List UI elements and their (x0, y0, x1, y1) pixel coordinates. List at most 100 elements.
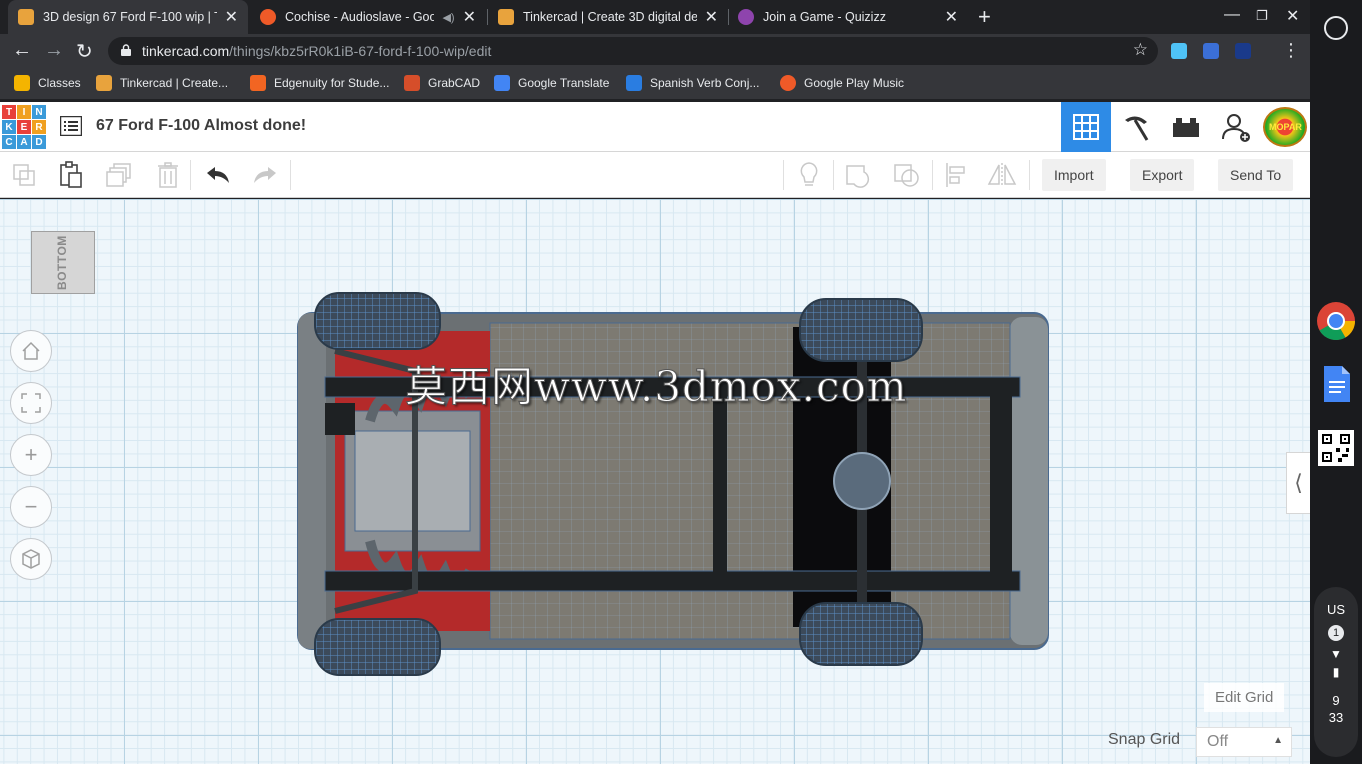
home-icon (22, 341, 40, 360)
paste-button[interactable] (56, 160, 86, 190)
edit-grid-button[interactable]: Edit Grid (1204, 683, 1285, 712)
bookmark-label: Spanish Verb Conj... (650, 76, 760, 90)
view-cube-face-label: BOTTOM (55, 235, 69, 291)
launcher-button[interactable] (1324, 16, 1348, 40)
tab-title: Join a Game - Quizizz (763, 10, 886, 24)
logo-letter: T (2, 105, 16, 119)
design-list-icon[interactable] (60, 116, 82, 136)
ungroup-icon (894, 164, 919, 187)
bookmark-label: GrabCAD (428, 76, 481, 90)
logo-letter: I (17, 105, 31, 119)
input-language: US (1326, 602, 1346, 617)
speaker-icon[interactable]: ◀) (442, 11, 454, 24)
truck-model[interactable] (295, 291, 1055, 676)
trash-icon (158, 162, 178, 188)
export-button[interactable]: Export (1130, 159, 1195, 191)
zoom-out-button[interactable]: − (10, 486, 52, 528)
zoom-in-button[interactable]: + (10, 434, 52, 476)
battery-icon: ▮ (1332, 665, 1340, 679)
user-avatar[interactable]: MOPAR (1263, 107, 1307, 147)
bookmark-classes[interactable]: Classes (14, 75, 81, 91)
back-button[interactable]: ← (12, 39, 32, 62)
projection-toggle-button[interactable] (10, 538, 52, 580)
new-tab-button[interactable]: + (978, 4, 991, 30)
import-button[interactable]: Import (1042, 159, 1106, 191)
3d-design-view-button[interactable] (1061, 102, 1111, 152)
logo-letter: N (32, 105, 46, 119)
grabcad-icon (404, 75, 420, 91)
toolbar-divider (1029, 160, 1030, 190)
play-music-icon (780, 75, 796, 91)
ungroup-button[interactable] (892, 160, 922, 190)
redo-button[interactable] (250, 160, 280, 190)
chrome-menu-icon[interactable]: ⋮ (1282, 40, 1300, 61)
mirror-button[interactable] (987, 160, 1017, 190)
qr-code-app-icon[interactable] (1316, 428, 1356, 468)
group-button[interactable] (843, 160, 873, 190)
tab-quizizz[interactable]: Join a Game - Quizizz ✕ (728, 0, 968, 34)
fit-view-button[interactable] (10, 382, 52, 424)
group-icon (846, 165, 870, 188)
share-invite-button[interactable] (1211, 102, 1261, 152)
extension-cloud-icon[interactable] (1171, 43, 1187, 59)
bookmark-grabcad[interactable]: GrabCAD (404, 75, 480, 91)
verb-conj-icon (626, 75, 642, 91)
show-all-button[interactable] (794, 160, 824, 190)
close-tab-icon[interactable]: ✕ (463, 7, 476, 27)
duplicate-button[interactable] (105, 160, 135, 190)
toolbar-divider (833, 160, 834, 190)
tab-tinkercad-design[interactable]: 3D design 67 Ford F-100 wip | Ti ✕ (8, 0, 248, 34)
reload-button[interactable]: ↻ (76, 39, 93, 64)
close-tab-icon[interactable]: ✕ (225, 7, 238, 27)
copy-button[interactable] (9, 160, 39, 190)
address-bar[interactable]: tinkercad.com/things/kbz5rR0k1iB-67-ford… (108, 37, 1158, 65)
tab-audioslave[interactable]: Cochise - Audioslave - Goog ◀) ✕ (250, 0, 486, 34)
lightbulb-icon (800, 162, 818, 186)
forward-button[interactable]: → (44, 39, 64, 62)
close-tab-icon[interactable]: ✕ (705, 7, 718, 27)
view-cube[interactable]: BOTTOM (31, 231, 95, 294)
send-to-button[interactable]: Send To (1218, 159, 1294, 191)
extension-b-icon[interactable] (1203, 43, 1219, 59)
minimize-window-button[interactable]: — (1224, 6, 1240, 24)
dropdown-arrow-icon: ▲ (1273, 735, 1283, 746)
tinkercad-logo[interactable]: T I N K E R C A D (2, 105, 46, 149)
duplicate-icon (106, 163, 131, 187)
shapes-panel-toggle[interactable]: ⟨ (1286, 452, 1310, 514)
watermark-text: 莫西网www.3dmox.com (405, 362, 908, 412)
bookmark-edgenuity[interactable]: Edgenuity for Stude... (250, 75, 389, 91)
extension-shield-icon[interactable] (1235, 43, 1251, 59)
home-view-button[interactable] (10, 330, 52, 372)
bookmark-label: Tinkercad | Create... (120, 76, 229, 90)
workplane[interactable]: BOTTOM + − 莫西网www.3dmox.com ⟨ Edit Grid … (0, 199, 1310, 764)
lock-icon (121, 44, 131, 56)
bookmark-star-icon[interactable]: ☆ (1133, 40, 1148, 60)
snap-grid-select[interactable]: Off ▲ (1196, 727, 1292, 757)
brick-icon (1173, 118, 1199, 137)
bookmark-tinkercad[interactable]: Tinkercad | Create... (96, 75, 228, 91)
design-title[interactable]: 67 Ford F-100 Almost done! (96, 117, 306, 135)
maximize-window-button[interactable]: ❐ (1256, 8, 1268, 24)
close-tab-icon[interactable]: ✕ (945, 7, 958, 27)
chevron-left-icon: ⟨ (1294, 470, 1303, 495)
toolbar-divider (783, 160, 784, 190)
redo-icon (254, 167, 276, 183)
google-docs-icon[interactable] (1316, 364, 1356, 404)
status-tray[interactable]: US 1 ▼ ▮ 9 33 (1314, 587, 1358, 757)
align-button[interactable] (941, 160, 971, 190)
notification-count: 1 (1328, 625, 1344, 641)
pickaxe-icon (1125, 116, 1149, 141)
tab-title: Tinkercad | Create 3D digital des (523, 10, 697, 24)
delete-button[interactable] (153, 160, 183, 190)
bookmark-spanish-verb[interactable]: Spanish Verb Conj... (626, 75, 759, 91)
bookmark-google-translate[interactable]: Google Translate (494, 75, 609, 91)
close-window-button[interactable]: ✕ (1286, 6, 1299, 26)
bricks-mode-button[interactable] (1161, 102, 1211, 152)
music-favicon-icon (260, 9, 276, 25)
undo-button[interactable] (203, 160, 233, 190)
codeblocks-mode-button[interactable] (1111, 102, 1161, 152)
bookmark-google-play-music[interactable]: Google Play Music (780, 75, 904, 91)
chrome-app-icon[interactable] (1316, 301, 1356, 341)
align-icon (946, 163, 965, 187)
tab-tinkercad-home[interactable]: Tinkercad | Create 3D digital des ✕ (488, 0, 728, 34)
